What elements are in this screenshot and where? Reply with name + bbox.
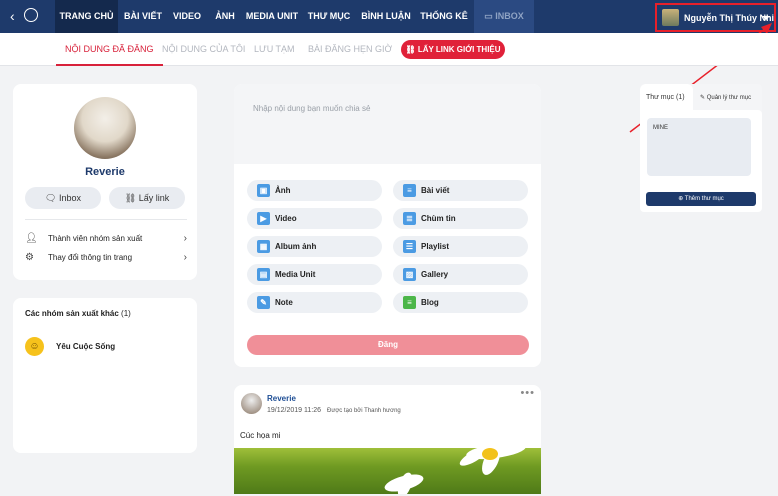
chat-icon: ▭ <box>484 11 496 21</box>
link-icon: ⛓ <box>124 193 139 203</box>
option-chum-tin[interactable]: ≣ Chùm tin <box>393 208 528 229</box>
option-album-anh[interactable]: ▦ Album ảnh <box>247 236 382 257</box>
note-icon: ✎ <box>257 296 270 309</box>
tab-noi-dung-cua-toi[interactable]: NỘI DUNG CỦA TÔI <box>162 33 245 66</box>
groups-title: Các nhóm sản xuất khác (1) <box>25 309 131 318</box>
nav-item-trang-chu[interactable]: TRANG CHỦ <box>55 0 118 33</box>
inbox-button[interactable]: 🗨 Inbox <box>25 187 101 209</box>
avatar <box>241 393 262 414</box>
folder-title: Thư mục (1) <box>646 94 685 101</box>
more-options-icon[interactable]: ••• <box>520 387 535 399</box>
option-anh[interactable]: ▣ Ảnh <box>247 180 382 201</box>
folder-item[interactable]: MINE <box>647 118 751 176</box>
option-bai-viet[interactable]: ≡ Bài viết <box>393 180 528 201</box>
playlist-icon: ☰ <box>403 240 416 253</box>
gauge-icon[interactable] <box>24 8 38 22</box>
option-playlist[interactable]: ☰ Playlist <box>393 236 528 257</box>
post-card: Reverie 19/12/2019 11:26 Được tạo bởi Tha… <box>234 385 541 494</box>
tab-bai-dang-hen-gio[interactable]: BÀI ĐĂNG HẸN GIỜ <box>308 33 392 66</box>
folder-name: MINE <box>653 125 668 131</box>
nav-item-binh-luan[interactable]: BÌNH LUẬN <box>358 0 414 33</box>
article-icon: ≡ <box>403 184 416 197</box>
get-link-button[interactable]: ⛓ Lấy link <box>109 187 185 209</box>
composer-input[interactable]: Nhập nội dung bạn muốn chia sẻ <box>234 84 541 164</box>
tab-noi-dung-da-dang[interactable]: NỘI DUNG ĐÃ ĐĂNG <box>56 33 163 66</box>
option-media-unit[interactable]: ▤ Media Unit <box>247 264 382 285</box>
nav-item-thu-muc[interactable]: THƯ MỤC <box>300 0 358 33</box>
option-note[interactable]: ✎ Note <box>247 292 382 313</box>
group-name: Yêu Cuộc Sống <box>56 342 116 351</box>
folder-card: Thư mục (1) ✎ Quản lý thư mục MINE ⊕ Thê… <box>640 84 762 212</box>
group-item[interactable]: ☺ Yêu Cuộc Sống <box>25 337 185 357</box>
chat-icon: 🗨 <box>45 193 59 203</box>
gallery-icon: ▨ <box>403 268 416 281</box>
composer-card: Nhập nội dung bạn muốn chia sẻ ▣ Ảnh ≡ Bài… <box>234 84 541 367</box>
image-icon: ▣ <box>257 184 270 197</box>
post-image[interactable] <box>234 448 541 494</box>
link-icon: ⛓ <box>405 45 418 54</box>
divider <box>25 219 187 220</box>
nav-item-inbox[interactable]: ▭ INBOX <box>474 0 534 33</box>
get-referral-link-button[interactable]: ⛓ LẤY LINK GIỚI THIỆU <box>401 40 505 59</box>
plus-circle-icon: ⊕ <box>678 196 685 202</box>
add-folder-button[interactable]: ⊕ Thêm thư mục <box>646 192 756 206</box>
post-author[interactable]: Reverie <box>267 394 296 403</box>
nav-item-anh[interactable]: ẢNH <box>206 0 244 33</box>
chevron-right-icon: › <box>183 233 187 244</box>
chevron-right-icon: › <box>183 252 187 263</box>
chevron-left-icon[interactable]: ‹ <box>10 8 15 24</box>
post-created-by: Được tạo bởi Thanh hương <box>326 408 401 414</box>
smiley-icon: ☺ <box>25 337 44 356</box>
other-groups-card: Các nhóm sản xuất khác (1) ☺ Yêu Cuộc Số… <box>13 298 197 453</box>
media-unit-icon: ▤ <box>257 268 270 281</box>
nav-item-thong-ke[interactable]: THỐNG KÊ <box>414 0 474 33</box>
edit-icon: ✎ <box>700 95 706 101</box>
video-icon: ▶ <box>257 212 270 225</box>
blog-icon: ≡ <box>403 296 416 309</box>
sub-navigation: NỘI DUNG ĐÃ ĐĂNG NỘI DUNG CỦA TÔI LƯU TẠ… <box>0 33 778 66</box>
post-date: 19/12/2019 11:26 <box>267 407 321 414</box>
user-icon: 👤︎ <box>25 233 38 244</box>
news-cluster-icon: ≣ <box>403 212 416 225</box>
profile-card: Reverie 🗨 Inbox ⛓ Lấy link 👤︎ Thành viên… <box>13 84 197 280</box>
album-icon: ▦ <box>257 240 270 253</box>
nav-item-video[interactable]: VIDEO <box>168 0 206 33</box>
option-blog[interactable]: ≡ Blog <box>393 292 528 313</box>
option-video[interactable]: ▶ Video <box>247 208 382 229</box>
nav-item-media-unit[interactable]: MEDIA UNIT <box>244 0 300 33</box>
option-gallery[interactable]: ▨ Gallery <box>393 264 528 285</box>
gear-icon: ⚙ <box>25 252 34 263</box>
tab-luu-tam[interactable]: LƯU TẠM <box>254 33 295 66</box>
post-button[interactable]: Đăng <box>247 335 529 355</box>
flower-center <box>482 448 498 460</box>
profile-name: Reverie <box>85 166 125 178</box>
post-meta: 19/12/2019 11:26 Được tạo bởi Thanh hương <box>267 407 401 414</box>
post-caption: Cúc họa mi <box>240 431 281 440</box>
manage-folders-link[interactable]: ✎ Quản lý thư mục <box>700 94 751 101</box>
nav-item-bai-viet[interactable]: BÀI VIẾT <box>118 0 168 33</box>
profile-avatar <box>74 97 136 159</box>
